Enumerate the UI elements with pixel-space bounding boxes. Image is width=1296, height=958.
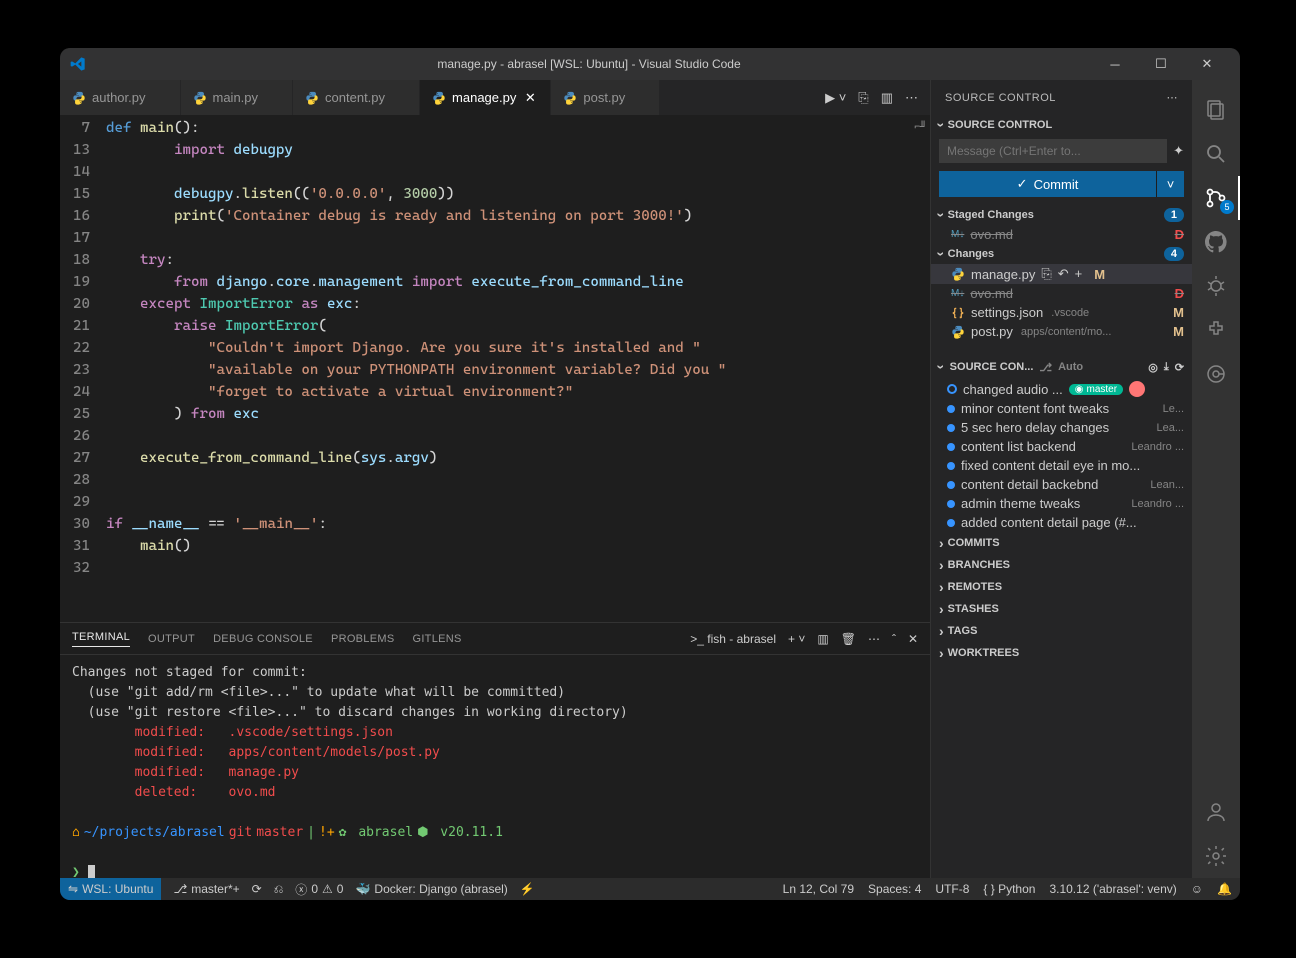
source-control-section[interactable]: SOURCE CONTROL <box>931 115 1192 135</box>
changed-file-settings[interactable]: settings.json.vscodeM <box>931 303 1192 322</box>
more-icon[interactable]: ⋯ <box>868 632 880 646</box>
split-icon[interactable]: ▥ <box>881 90 893 106</box>
source-control-icon[interactable]: 5 <box>1192 176 1240 220</box>
close-button[interactable]: ✕ <box>1184 48 1230 80</box>
settings-icon[interactable] <box>1192 834 1240 878</box>
cursor-position[interactable]: Ln 12, Col 79 <box>783 882 854 896</box>
bell-icon[interactable]: 🔔 <box>1217 882 1232 896</box>
account-icon[interactable] <box>1192 790 1240 834</box>
tab-debug-console[interactable]: DEBUG CONSOLE <box>213 633 313 645</box>
remote-indicator[interactable]: ⇋ WSL: Ubuntu <box>60 878 161 900</box>
language-indicator[interactable]: { } Python <box>983 882 1035 896</box>
stage-icon[interactable]: + <box>1075 266 1083 282</box>
docker-indicator[interactable]: 🐳 Docker: Django (abrasel) <box>355 882 507 896</box>
commit-row[interactable]: changed audio ...◉ master <box>931 379 1192 399</box>
line-gutter: 7 13 14 15 16 17 18 19 20 21 22 23 24 25… <box>60 115 106 622</box>
sync-icon[interactable]: ⟳ <box>252 882 262 896</box>
stashes-section[interactable]: STASHES <box>931 598 1192 620</box>
copilot-icon[interactable]: ☺ <box>1191 882 1203 896</box>
commit-dropdown[interactable]: ˅ <box>1156 171 1184 197</box>
tab-main[interactable]: main.py✕ <box>181 80 294 115</box>
vscode-logo-icon <box>70 56 86 72</box>
indent-indicator[interactable]: Spaces: 4 <box>868 882 921 896</box>
commit-button[interactable]: ✓ Commit <box>939 171 1156 197</box>
commit-row[interactable]: minor content font tweaksLe... <box>931 399 1192 418</box>
terminal-shell[interactable]: >_ fish - abrasel <box>690 632 776 646</box>
target-icon[interactable]: ◎ <box>1148 361 1158 374</box>
search-icon[interactable] <box>1192 132 1240 176</box>
changed-file-ovo[interactable]: M↓ovo.mdD <box>931 284 1192 303</box>
tab-output[interactable]: OUTPUT <box>148 633 195 645</box>
sticky-indicator: ⌐╜ <box>914 117 926 139</box>
sparkle-icon[interactable]: ✦ <box>1173 143 1184 159</box>
tags-section[interactable]: TAGS <box>931 620 1192 642</box>
tab-terminal[interactable]: TERMINAL <box>72 631 130 647</box>
editor-tabs: author.py✕ main.py✕ content.py✕ manage.p… <box>60 80 930 115</box>
encoding-indicator[interactable]: UTF-8 <box>935 882 969 896</box>
debug-icon[interactable]: ⎘ <box>858 90 868 106</box>
more-icon[interactable]: ⋯ <box>905 90 918 106</box>
commit-row[interactable]: content detail backebndLean... <box>931 475 1192 494</box>
maximize-panel-icon[interactable]: ˆ <box>892 632 896 646</box>
terminal-output[interactable]: Changes not staged for commit: (use "git… <box>60 655 930 878</box>
pull-icon[interactable]: ⤓ <box>1164 361 1169 374</box>
maximize-button[interactable]: ☐ <box>1138 48 1184 80</box>
gitlens-icon[interactable] <box>1192 352 1240 396</box>
branch-indicator[interactable]: ⎇ master*+ <box>173 882 239 896</box>
discard-icon[interactable]: ↶ <box>1058 266 1069 282</box>
split-terminal-icon[interactable]: ▥ <box>817 632 828 646</box>
trash-icon[interactable]: 🗑 <box>841 632 856 646</box>
remotes-section[interactable]: REMOTES <box>931 576 1192 598</box>
code-editor[interactable]: ⌐╜ 7 13 14 15 16 17 18 19 20 21 22 23 24… <box>60 115 930 622</box>
run-icon[interactable]: ▶ ˅ <box>825 90 846 106</box>
problems-indicator[interactable]: ⓧ 0 ⚠ 0 <box>295 881 343 898</box>
code-content: def main(): import debugpy debugpy.liste… <box>106 115 930 622</box>
extensions-icon[interactable] <box>1192 308 1240 352</box>
staged-section[interactable]: Staged Changes1 <box>931 205 1192 225</box>
minimize-button[interactable]: ─ <box>1092 48 1138 80</box>
branches-section[interactable]: BRANCHES <box>931 554 1192 576</box>
commit-row[interactable]: fixed content detail eye in mo... <box>931 456 1192 475</box>
more-icon[interactable]: ⋯ <box>1167 91 1179 104</box>
commit-message-input[interactable] <box>939 139 1167 163</box>
github-icon[interactable] <box>1192 220 1240 264</box>
window-title: manage.py - abrasel [WSL: Ubuntu] - Visu… <box>86 57 1092 71</box>
staged-file[interactable]: M↓ovo.mdD <box>931 225 1192 244</box>
changed-file-post[interactable]: post.pyapps/content/mo...M <box>931 322 1192 341</box>
tab-gitlens[interactable]: GITLENS <box>412 633 461 645</box>
open-file-icon[interactable]: ⎘ <box>1041 266 1051 282</box>
commit-row[interactable]: content list backendLeandro ... <box>931 437 1192 456</box>
tab-manage[interactable]: manage.py✕ <box>420 80 551 115</box>
changes-section[interactable]: Changes4 <box>931 244 1192 264</box>
bug-icon[interactable] <box>1192 264 1240 308</box>
graph-section[interactable]: SOURCE CON... <box>950 361 1034 373</box>
new-terminal-icon[interactable]: + ˅ <box>788 632 805 646</box>
commit-row[interactable]: admin theme tweaksLeandro ... <box>931 494 1192 513</box>
close-panel-icon[interactable]: ✕ <box>908 632 918 646</box>
worktrees-section[interactable]: WORKTREES <box>931 642 1192 664</box>
tab-content[interactable]: content.py✕ <box>293 80 420 115</box>
debug-indicator[interactable]: ⚡ <box>520 882 535 896</box>
explorer-icon[interactable] <box>1192 88 1240 132</box>
tab-author[interactable]: author.py✕ <box>60 80 181 115</box>
close-icon[interactable]: ✕ <box>522 90 538 106</box>
tab-problems[interactable]: PROBLEMS <box>331 633 395 645</box>
interpreter-indicator[interactable]: 3.10.12 ('abrasel': venv) <box>1049 882 1176 896</box>
refresh-icon[interactable]: ⟳ <box>1175 361 1184 374</box>
commits-section[interactable]: COMMITS <box>931 532 1192 554</box>
changed-file-manage[interactable]: manage.py⎘↶+M <box>931 264 1192 284</box>
diff-icon[interactable]: ⎌ <box>274 882 284 897</box>
tab-post[interactable]: post.py✕ <box>551 80 660 115</box>
panel-title: SOURCE CONTROL <box>945 92 1056 104</box>
commit-row[interactable]: 5 sec hero delay changesLea... <box>931 418 1192 437</box>
commit-row[interactable]: added content detail page (#... <box>931 513 1192 532</box>
